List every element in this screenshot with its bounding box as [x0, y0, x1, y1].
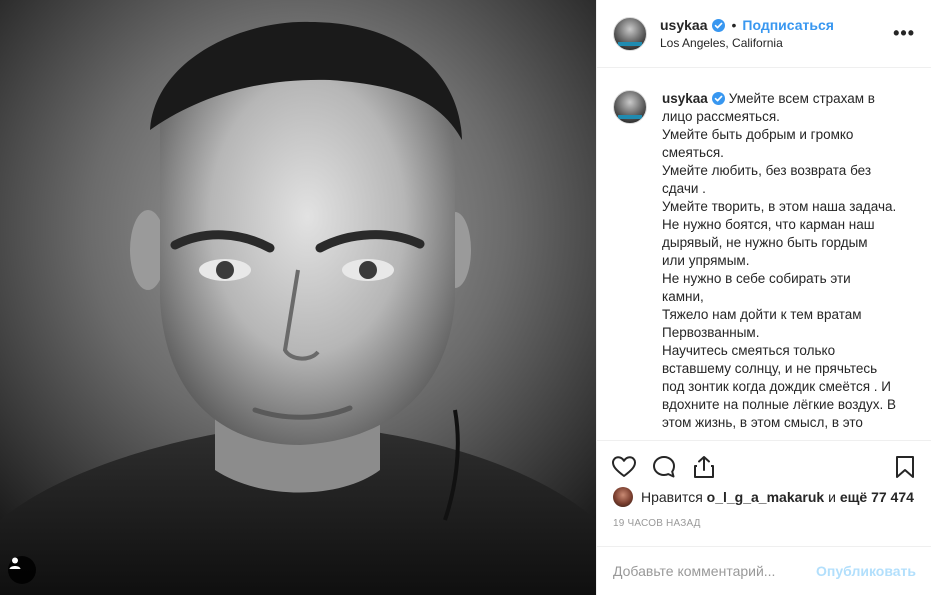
liker-avatar[interactable] [613, 487, 633, 507]
post-header: usykaa • Подписаться Los Angeles, Califo… [597, 0, 931, 68]
bookmark-icon[interactable] [892, 454, 918, 480]
caption-line: под зонтик когда дождик смеётся . И [662, 379, 891, 394]
verified-badge-icon [712, 18, 726, 32]
action-bar [597, 440, 931, 492]
likes-prefix: Нравится [641, 489, 703, 505]
user-tag-button[interactable] [8, 556, 36, 584]
caption-section: usykaa Умейте всем страхам в лицо рассмея… [597, 68, 931, 440]
caption-line: Первозванным. [662, 325, 760, 340]
post-sidebar: usykaa • Подписаться Los Angeles, Califo… [596, 0, 931, 595]
caption-line: Умейте любить, без возврата без [662, 163, 872, 178]
likes-count[interactable]: ещё 77 474 [840, 489, 914, 505]
likes-summary: Нравится o_l_g_a_makaruk и ещё 77 474 [613, 487, 914, 507]
caption-text: usykaa Умейте всем страхам в лицо рассмея… [662, 90, 912, 440]
caption-line: Умейте быть добрым и громко [662, 127, 854, 142]
caption-line: Умейте всем страхам в [728, 91, 875, 106]
caption-line: вдохните на полные лёгкие воздух. В [662, 397, 896, 412]
post-photo[interactable] [0, 0, 596, 595]
caption-line: лицо рассмеяться. [662, 109, 780, 124]
caption-line: Тяжело нам дойти к тем вратам [662, 307, 862, 322]
caption-line: Научитесь смеяться только [662, 343, 836, 358]
post-location[interactable]: Los Angeles, California [660, 36, 834, 50]
portrait-image [0, 0, 596, 595]
user-tag-icon [9, 557, 21, 569]
more-options-icon[interactable]: ••• [893, 24, 915, 42]
author-username[interactable]: usykaa [660, 17, 707, 33]
comment-input[interactable] [613, 563, 817, 579]
caption-line: сдачи . [662, 181, 706, 196]
share-icon[interactable] [691, 454, 717, 480]
verified-badge-icon [711, 92, 725, 105]
caption-line: этом жизнь, в этом смысл, в это [662, 415, 863, 430]
caption-line: Не нужно в себе собирать эти [662, 271, 851, 286]
heart-icon[interactable] [611, 454, 637, 480]
caption-line: или упрямым. [662, 253, 750, 268]
comment-bubble-icon[interactable] [651, 454, 677, 480]
caption-username[interactable]: usykaa [662, 91, 708, 106]
caption-line: дырявый, не нужно быть гордым [662, 235, 868, 250]
follow-button[interactable]: Подписаться [742, 17, 834, 33]
likes-middle: и [828, 489, 836, 505]
caption-line: Не нужно боятся, что карман наш [662, 217, 875, 232]
caption-line: камни, [662, 289, 704, 304]
post-timestamp[interactable]: 19 часов назад [613, 518, 701, 529]
liker-username[interactable]: o_l_g_a_makaruk [707, 489, 825, 505]
author-avatar[interactable] [613, 16, 647, 51]
caption-author-avatar[interactable] [613, 90, 647, 124]
caption-line: Умейте творить, в этом наша задача. [662, 199, 897, 214]
caption-line: смеяться. [662, 145, 724, 160]
comment-form: Опубликовать [597, 546, 931, 595]
publish-button[interactable]: Опубликовать [816, 563, 916, 579]
caption-line: вставшему солнцу, и не прячьтесь [662, 361, 878, 376]
separator-dot: • [731, 17, 737, 33]
